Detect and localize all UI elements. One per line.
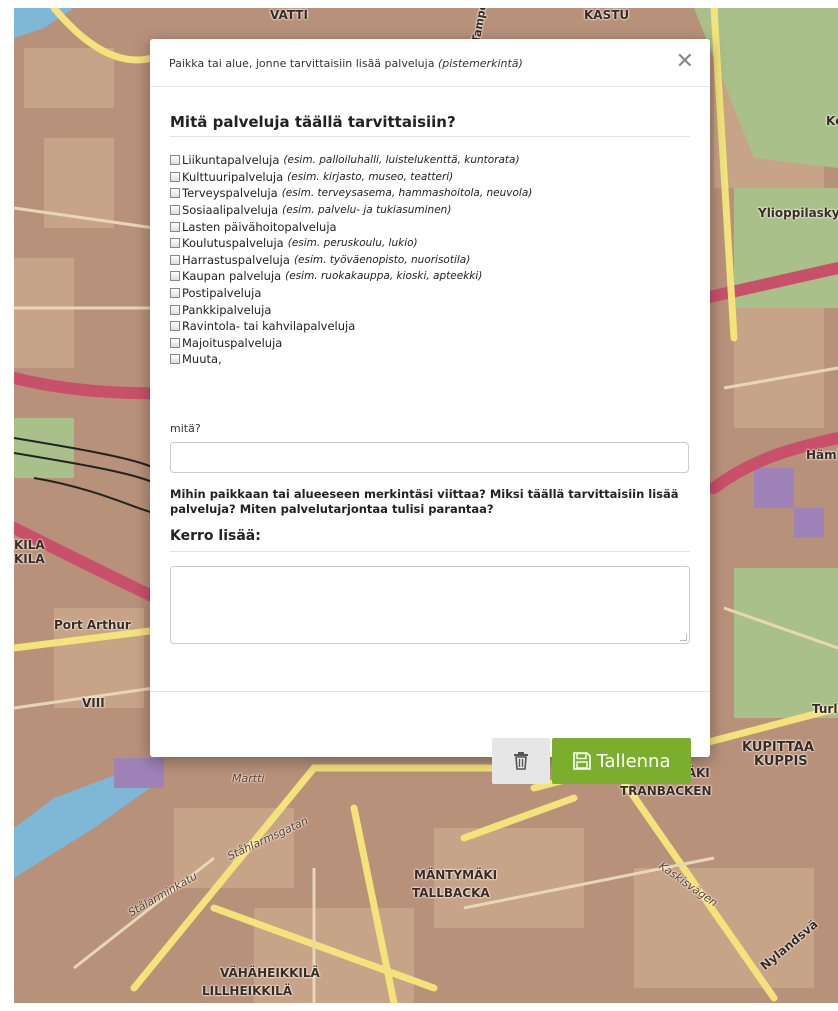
dialog-title-note: (pistemerkintä) — [437, 57, 523, 70]
checkbox[interactable] — [170, 337, 180, 348]
option-note: (esim. ruokakauppa, kioski, apteekki) — [285, 270, 483, 283]
other-text-input[interactable] — [170, 442, 689, 473]
option-liikunta[interactable]: Liikuntapalveluja (esim. palloiluhalli, l… — [170, 152, 690, 169]
map-label: TALLBACKA — [412, 886, 490, 900]
option-label: Sosiaalipalveluja — [182, 203, 279, 218]
option-kulttuuri[interactable]: Kulttuuripalveluja (esim. kirjasto, museo… — [170, 169, 690, 186]
save-button[interactable]: Tallenna — [552, 738, 691, 784]
checkbox[interactable] — [170, 271, 180, 282]
option-paivahoito[interactable]: Lasten päivähoitopalveluja — [170, 218, 690, 235]
option-label: Kaupan palveluja — [182, 269, 282, 284]
option-muuta[interactable]: Muuta, — [170, 351, 690, 368]
map-label: MÄNTYMÄKI — [414, 868, 498, 882]
other-field-label: mitä? — [170, 422, 201, 435]
option-majoitus[interactable]: Majoituspalveluja — [170, 335, 690, 352]
close-icon[interactable]: ✕ — [676, 49, 694, 75]
option-pankki[interactable]: Pankkipalveluja — [170, 301, 690, 318]
option-note: (esim. kirjasto, museo, teatteri) — [287, 170, 454, 183]
option-koulutus[interactable]: Koulutuspalveluja (esim. peruskoulu, luki… — [170, 235, 690, 252]
question-heading: Mitä palveluja täällä tarvittaisiin? — [170, 113, 456, 131]
map-label: Martti — [232, 772, 265, 785]
option-terveys[interactable]: Terveyspalveluja (esim. terveysasema, ham… — [170, 185, 690, 202]
checkbox[interactable] — [170, 238, 180, 249]
divider — [170, 551, 690, 552]
divider — [170, 136, 690, 137]
checkbox[interactable] — [170, 205, 180, 216]
location-prompt: Mihin paikkaan tai alueeseen merkintäsi … — [170, 487, 679, 516]
option-ravintola[interactable]: Ravintola- tai kahvilapalveluja — [170, 318, 690, 335]
option-label: Majoituspalveluja — [182, 335, 283, 350]
floppy-disk-icon — [572, 752, 591, 770]
map-label: VIII — [82, 696, 105, 710]
dialog-title-text: Paikka tai alue, jonne tarvittaisiin lis… — [169, 57, 438, 70]
dialog-title: Paikka tai alue, jonne tarvittaisiin lis… — [169, 57, 523, 70]
option-note: (esim. palvelu- ja tukiasuminen) — [282, 204, 452, 217]
dialog-header: Paikka tai alue, jonne tarvittaisiin lis… — [150, 39, 710, 87]
option-note: (esim. peruskoulu, lukio) — [287, 237, 418, 250]
tell-more-textarea[interactable] — [170, 566, 690, 644]
map-label: Kc — [826, 114, 838, 128]
save-button-label: Tallenna — [596, 750, 671, 772]
option-posti[interactable]: Postipalveluja — [170, 285, 690, 302]
checkbox[interactable] — [170, 155, 180, 166]
map-label: KUPITTAA — [742, 740, 814, 755]
map-label: Hämi — [806, 448, 838, 462]
map-label: KUPPIS — [754, 754, 808, 769]
map-label: Ylioppilasky — [758, 206, 838, 220]
checkbox[interactable] — [170, 304, 180, 315]
checkbox[interactable] — [170, 221, 180, 232]
option-label: Kulttuuripalveluja — [182, 169, 284, 184]
dialog-footer-divider — [150, 691, 710, 692]
service-form-dialog: Paikka tai alue, jonne tarvittaisiin lis… — [150, 39, 710, 784]
option-label: Postipalveluja — [182, 286, 262, 301]
map-label: KILA — [14, 538, 45, 552]
map-label: TRANBACKEN — [620, 784, 712, 798]
checkbox[interactable] — [170, 288, 180, 299]
checkbox[interactable] — [170, 171, 180, 182]
map-label: KILA — [14, 552, 45, 566]
option-label: Ravintola- tai kahvilapalveluja — [182, 319, 356, 334]
map-label: Turl — [812, 702, 838, 716]
map-label: Port Arthur — [54, 618, 131, 632]
checkbox[interactable] — [170, 354, 180, 365]
option-label: Lasten päivähoitopalveluja — [182, 219, 337, 234]
option-note: (esim. terveysasema, hammashoitola, neuv… — [281, 187, 533, 200]
option-label: Harrastuspalveluja — [182, 252, 290, 267]
option-harrastus[interactable]: Harrastuspalveluja (esim. työväenopisto, … — [170, 252, 690, 269]
checkbox[interactable] — [170, 188, 180, 199]
option-note: (esim. palloiluhalli, luistelukenttä, ku… — [283, 154, 520, 167]
checkbox[interactable] — [170, 254, 180, 265]
option-label: Terveyspalveluja — [182, 186, 278, 201]
checkbox[interactable] — [170, 321, 180, 332]
option-label: Muuta, — [182, 352, 222, 367]
map-label: KASTU — [584, 8, 630, 22]
map-label: LILLHEIKKILÄ — [202, 984, 293, 998]
delete-button[interactable] — [492, 738, 550, 784]
option-label: Koulutuspalveluja — [182, 236, 284, 251]
map-label: VÄHÄHEIKKILÄ — [220, 966, 320, 980]
option-label: Liikuntapalveluja — [182, 153, 280, 168]
option-sosiaali[interactable]: Sosiaalipalveluja (esim. palvelu- ja tuki… — [170, 202, 690, 219]
option-kauppa[interactable]: Kaupan palveluja (esim. ruokakauppa, kios… — [170, 268, 690, 285]
service-options-list: Liikuntapalveluja (esim. palloiluhalli, l… — [170, 152, 690, 368]
trash-icon — [514, 752, 528, 770]
resize-grip-icon[interactable] — [680, 634, 687, 641]
option-note: (esim. työväenopisto, nuorisotila) — [293, 253, 471, 266]
map-label: VATTI — [270, 8, 308, 22]
tell-more-heading: Kerro lisää: — [170, 528, 261, 544]
option-label: Pankkipalveluja — [182, 302, 272, 317]
